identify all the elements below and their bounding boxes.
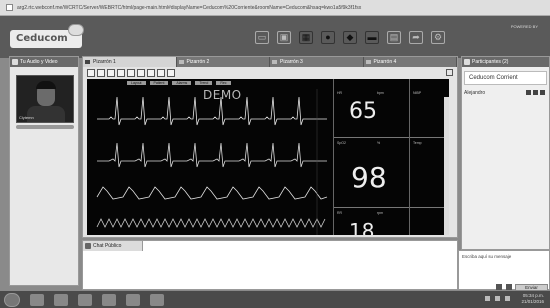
whiteboard-tools: [87, 69, 175, 78]
tab-icon: [272, 60, 277, 64]
expand-icon[interactable]: [446, 69, 453, 76]
eraser-tool-icon[interactable]: [137, 69, 145, 77]
whiteboard-scrollbar[interactable]: [444, 97, 449, 235]
public-chat: Chat Público: [82, 240, 458, 290]
participants-panel: Participantes (2) Ceducom Corrient Aleja…: [461, 56, 550, 250]
ecg-trace-1: [97, 96, 327, 126]
webcam-video[interactable]: Clytemn: [16, 75, 74, 123]
hr-unit: bpm: [377, 91, 384, 95]
tab-icon: [85, 60, 90, 64]
ceducom-logo: Ceducom: [10, 24, 84, 48]
users-icon[interactable]: ●: [321, 30, 335, 44]
taskbar-app-icon[interactable]: [78, 293, 92, 306]
layout-icon[interactable]: ▭: [255, 30, 269, 44]
select-tool-icon[interactable]: [87, 69, 95, 77]
clock-date: 21/01/2016: [521, 299, 544, 304]
panel-header: Tu Audio y Video: [10, 57, 78, 67]
clear-tool-icon[interactable]: [167, 69, 175, 77]
rect-tool-icon[interactable]: [147, 69, 155, 77]
clock[interactable]: 05:34 p.m. 21/01/2016: [521, 293, 544, 305]
logo-text: Ceducom: [16, 33, 68, 44]
spo2-label: SpO2: [337, 141, 346, 145]
text-tool-icon[interactable]: [107, 69, 115, 77]
resp-label: RR: [337, 211, 343, 215]
os-taskbar: 05:34 p.m. 21/01/2016: [0, 291, 550, 308]
patient-monitor-image: Layout Patient Alarms Trend Rec DEMO HR …: [87, 79, 449, 235]
main-toolbar: ▭ ▣ ▦ ● ◆ ▬ ▤ ➦ ⚙: [255, 24, 455, 50]
users-icon: [464, 59, 470, 65]
flag-icon[interactable]: [505, 296, 510, 301]
taskbar-app-icon[interactable]: [30, 293, 44, 306]
cloud-icon: [68, 24, 84, 36]
camera-icon[interactable]: [533, 90, 538, 95]
settings-icon[interactable]: ⚙: [431, 30, 445, 44]
panel-header: Participantes (2): [462, 57, 549, 67]
grid-icon[interactable]: ▦: [299, 30, 313, 44]
chat-icon[interactable]: ▬: [365, 30, 379, 44]
tab-pizarron-3[interactable]: Pizarrón 3: [270, 57, 364, 67]
pleth-trace: [96, 186, 328, 200]
chat-tab-label: Chat Público: [93, 243, 122, 249]
mic-icon[interactable]: [526, 90, 531, 95]
volume-slider[interactable]: [16, 125, 74, 129]
network-icon[interactable]: [485, 296, 490, 301]
camera-icon: [12, 59, 18, 65]
url-text[interactable]: arg2.rtc.webconf.me/WCRTC/Server/WEBRTC/…: [17, 5, 527, 11]
group-icon[interactable]: ◆: [343, 30, 357, 44]
param-side-column: [409, 79, 449, 235]
participant-name: Alejandro: [464, 90, 486, 96]
browser-address-bar[interactable]: arg2.rtc.webconf.me/WCRTC/Server/WEBRTC/…: [0, 0, 550, 16]
taskbar-app-icon[interactable]: [102, 293, 116, 306]
resp-unit: rpm: [377, 211, 384, 215]
resp-rate-value: 18: [349, 219, 375, 235]
powered-by: POWERED BY: [510, 24, 538, 29]
temp-label: Temp: [413, 141, 422, 145]
tab-icon: [178, 60, 184, 64]
tab-pizarron-4[interactable]: Pizarrón 4: [364, 57, 457, 67]
person-hair: [36, 81, 56, 89]
start-button[interactable]: [4, 292, 20, 307]
spo2-value: 98: [351, 161, 387, 194]
resp-trace: [96, 218, 326, 228]
ecg-trace-2: [97, 142, 327, 168]
panel-title: Participantes (2): [472, 59, 509, 65]
tab-pizarron-2[interactable]: Pizarrón 2: [177, 57, 270, 67]
audio-video-panel: Tu Audio y Video Clytemn: [9, 56, 79, 286]
hand-icon[interactable]: [540, 90, 545, 95]
heart-rate-value: 65: [349, 99, 377, 124]
pointer-tool-icon[interactable]: [97, 69, 105, 77]
tab-pizarron-1[interactable]: Pizarrón 1: [83, 57, 177, 67]
participant-controls: [526, 90, 545, 95]
participant-row[interactable]: Alejandro: [464, 89, 547, 97]
panel-title: Tu Audio y Video: [20, 59, 58, 65]
circle-tool-icon[interactable]: [157, 69, 165, 77]
chat-icon: [85, 243, 91, 249]
whiteboard-area: Pizarrón 1 Pizarrón 2 Pizarrón 3 Pizarró…: [82, 56, 458, 238]
spo2-unit: %: [377, 141, 381, 145]
chat-tab[interactable]: Chat Público: [83, 241, 143, 251]
whiteboard-tabs: Pizarrón 1 Pizarrón 2 Pizarrón 3 Pizarró…: [83, 57, 457, 67]
screen-share-icon[interactable]: ▣: [277, 30, 291, 44]
nibp-label: NIBP: [413, 91, 422, 95]
document-icon[interactable]: ▤: [387, 30, 401, 44]
system-tray: [485, 296, 510, 301]
attach-icon[interactable]: [506, 284, 512, 290]
param-divider: [333, 79, 334, 235]
camera-label: Clytemn: [19, 115, 34, 120]
send-button[interactable]: Enviar: [515, 284, 548, 291]
page-icon: [6, 4, 13, 11]
hr-label: HR: [337, 91, 343, 95]
volume-icon[interactable]: [495, 296, 500, 301]
taskbar-app-icon[interactable]: [126, 293, 140, 306]
line-tool-icon[interactable]: [117, 69, 125, 77]
waveforms: [96, 89, 328, 235]
tab-icon: [365, 60, 371, 64]
taskbar-app-icon[interactable]: [150, 293, 164, 306]
taskbar-app-icon[interactable]: [54, 293, 68, 306]
share-icon[interactable]: ➦: [409, 30, 423, 44]
current-user: Ceducom Corrient: [464, 71, 547, 85]
app-header: Ceducom ▭ ▣ ▦ ● ◆ ▬ ▤ ➦ ⚙ POWERED BY: [0, 16, 550, 58]
emoji-icon[interactable]: [496, 284, 502, 290]
pen-tool-icon[interactable]: [127, 69, 135, 77]
